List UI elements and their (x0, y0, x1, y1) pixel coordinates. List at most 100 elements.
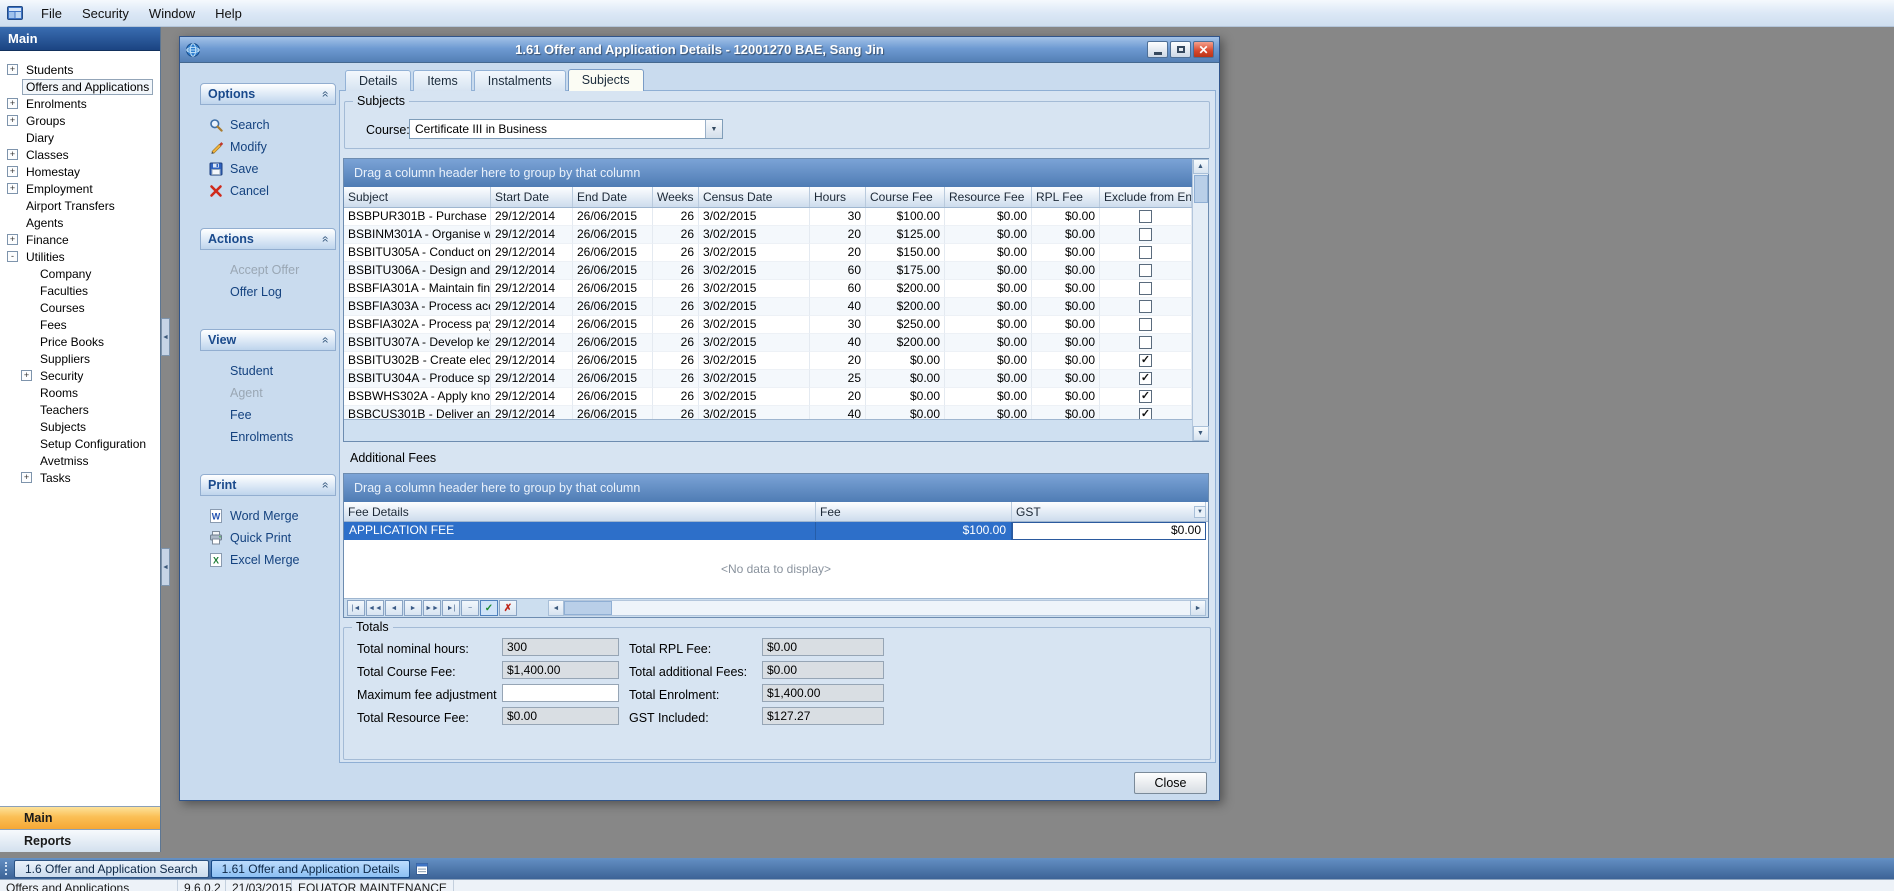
menu-help[interactable]: Help (205, 0, 252, 26)
column-header-subject[interactable]: Subject (344, 187, 491, 207)
chevron-up-icon[interactable]: » (318, 337, 332, 344)
enrolments-button[interactable]: Enrolments (200, 426, 336, 448)
column-header-end-date[interactable]: End Date (573, 187, 653, 207)
subject-row[interactable]: BSBWHS302A - Apply knowled29/12/201426/0… (344, 388, 1192, 406)
sidebar-item-faculties[interactable]: Faculties (0, 282, 160, 299)
fee-button[interactable]: Fee (200, 404, 336, 426)
sidebar-item-offers-and-applications[interactable]: Offers and Applications (0, 78, 160, 95)
exclude-checkbox[interactable] (1139, 336, 1152, 349)
sidebar-item-employment[interactable]: +Employment (0, 180, 160, 197)
minimize-button[interactable] (1147, 41, 1168, 58)
exclude-checkbox[interactable] (1139, 282, 1152, 295)
expand-icon[interactable]: + (7, 64, 18, 75)
collapse-sidebar-icon[interactable]: ◄ (161, 548, 170, 586)
subject-row[interactable]: BSBFIA302A - Process payroll29/12/201426… (344, 316, 1192, 334)
navigator-first-button[interactable]: |◄ (347, 600, 365, 616)
sidebar-item-teachers[interactable]: Teachers (0, 401, 160, 418)
exclude-checkbox[interactable] (1139, 210, 1152, 223)
sidebar-item-rooms[interactable]: Rooms (0, 384, 160, 401)
tab-details[interactable]: Details (345, 70, 411, 91)
navigator-prev-button[interactable]: ◄ (385, 600, 403, 616)
scrollbar-thumb[interactable] (1194, 175, 1208, 203)
scrollbar-track[interactable] (564, 600, 1190, 616)
nav-group-header[interactable]: Options» (200, 83, 336, 105)
menu-file[interactable]: File (31, 0, 72, 26)
sidebar-item-homestay[interactable]: +Homestay (0, 163, 160, 180)
fee-details-cell[interactable]: APPLICATION FEE (344, 522, 816, 540)
sidebar-item-tasks[interactable]: +Tasks (0, 469, 160, 486)
document-tab-1-61-offer-and-application-details[interactable]: 1.61 Offer and Application Details (211, 860, 411, 878)
column-header-weeks[interactable]: Weeks (653, 187, 699, 207)
sidebar-item-diary[interactable]: Diary (0, 129, 160, 146)
expand-icon[interactable]: + (7, 166, 18, 177)
fee-amount-cell[interactable]: $100.00 (816, 522, 1012, 540)
chevron-up-icon[interactable]: » (318, 91, 332, 98)
sidebar-item-suppliers[interactable]: Suppliers (0, 350, 160, 367)
subject-row[interactable]: BSBCUS301B - Deliver and mo29/12/201426/… (344, 406, 1192, 419)
scrollbar-thumb[interactable] (564, 601, 612, 615)
sidebar-item-price-books[interactable]: Price Books (0, 333, 160, 350)
quick-print-button[interactable]: Quick Print (200, 527, 336, 549)
sidebar-button-main[interactable]: Main (0, 806, 160, 829)
sidebar-item-groups[interactable]: +Groups (0, 112, 160, 129)
exclude-checkbox[interactable] (1139, 228, 1152, 241)
sidebar-item-students[interactable]: +Students (0, 61, 160, 78)
course-dropdown[interactable]: Certificate III in Business ▼ (409, 119, 723, 139)
document-icon[interactable] (415, 862, 429, 876)
subject-row[interactable]: BSBINM301A - Organise workp29/12/201426/… (344, 226, 1192, 244)
subject-row[interactable]: BSBITU305A - Conduct online29/12/201426/… (344, 244, 1192, 262)
chevron-down-icon[interactable]: ▼ (705, 120, 722, 138)
subject-row[interactable]: BSBITU304A - Produce spread29/12/201426/… (344, 370, 1192, 388)
exclude-checkbox[interactable]: ✓ (1139, 390, 1152, 403)
navigator-end-edit-button[interactable]: ✓ (480, 600, 498, 616)
column-header-census-date[interactable]: Census Date (699, 187, 810, 207)
sidebar-item-avetmiss[interactable]: Avetmiss (0, 452, 160, 469)
subject-row[interactable]: BSBITU306A - Design and prod29/12/201426… (344, 262, 1192, 280)
subject-row[interactable]: BSBITU302B - Create electron29/12/201426… (344, 352, 1192, 370)
nav-group-header[interactable]: Print» (200, 474, 336, 496)
drag-grip-icon[interactable] (5, 862, 8, 875)
navigator-next-button[interactable]: ► (404, 600, 422, 616)
expand-icon[interactable]: + (7, 149, 18, 160)
navigator-prev-page-button[interactable]: ◄◄ (366, 600, 384, 616)
navigator-last-button[interactable]: ►| (442, 600, 460, 616)
document-tab-1-6-offer-and-application-search[interactable]: 1.6 Offer and Application Search (14, 860, 209, 878)
expand-icon[interactable]: + (7, 183, 18, 194)
sidebar-item-company[interactable]: Company (0, 265, 160, 282)
expand-icon[interactable]: + (7, 234, 18, 245)
subject-row[interactable]: BSBITU307A - Develop keyboa29/12/201426/… (344, 334, 1192, 352)
nav-group-header[interactable]: View» (200, 329, 336, 351)
fee-row[interactable]: APPLICATION FEE $100.00 $0.00 (344, 522, 1208, 540)
collapse-icon[interactable]: - (7, 251, 18, 262)
modify-button[interactable]: Modify (200, 136, 336, 158)
sidebar-item-classes[interactable]: +Classes (0, 146, 160, 163)
exclude-checkbox[interactable] (1139, 264, 1152, 277)
vertical-scrollbar[interactable]: ▲ ▼ (1192, 159, 1208, 441)
sidebar-item-setup-configuration[interactable]: Setup Configuration (0, 435, 160, 452)
exclude-checkbox[interactable]: ✓ (1139, 372, 1152, 385)
search-button[interactable]: Search (200, 114, 336, 136)
sidebar-item-agents[interactable]: Agents (0, 214, 160, 231)
tab-instalments[interactable]: Instalments (474, 70, 566, 91)
column-header-course-fee[interactable]: Course Fee (866, 187, 945, 207)
navigator-next-page-button[interactable]: ►► (423, 600, 441, 616)
scroll-left-icon[interactable]: ◄ (548, 600, 564, 616)
sidebar-item-utilities[interactable]: -Utilities (0, 248, 160, 265)
sidebar-item-enrolments[interactable]: +Enrolments (0, 95, 160, 112)
scroll-right-icon[interactable]: ► (1190, 600, 1206, 616)
sidebar-item-airport-transfers[interactable]: Airport Transfers (0, 197, 160, 214)
column-header-start-date[interactable]: Start Date (491, 187, 573, 207)
maximize-button[interactable] (1170, 41, 1191, 58)
exclude-checkbox[interactable]: ✓ (1139, 354, 1152, 367)
gst-editor-cell[interactable]: $0.00 (1012, 522, 1206, 540)
expand-icon[interactable]: + (21, 370, 32, 381)
scroll-down-icon[interactable]: ▼ (1193, 426, 1209, 441)
navigator-delete-button[interactable]: − (461, 600, 479, 616)
word-merge-button[interactable]: WWord Merge (200, 505, 336, 527)
collapse-sidebar-icon[interactable]: ◄ (161, 318, 170, 356)
sidebar-item-courses[interactable]: Courses (0, 299, 160, 316)
column-header-resource-fee[interactable]: Resource Fee (945, 187, 1032, 207)
exclude-checkbox[interactable] (1139, 246, 1152, 259)
save-button[interactable]: Save (200, 158, 336, 180)
group-by-bar[interactable]: Drag a column header here to group by th… (344, 159, 1208, 187)
